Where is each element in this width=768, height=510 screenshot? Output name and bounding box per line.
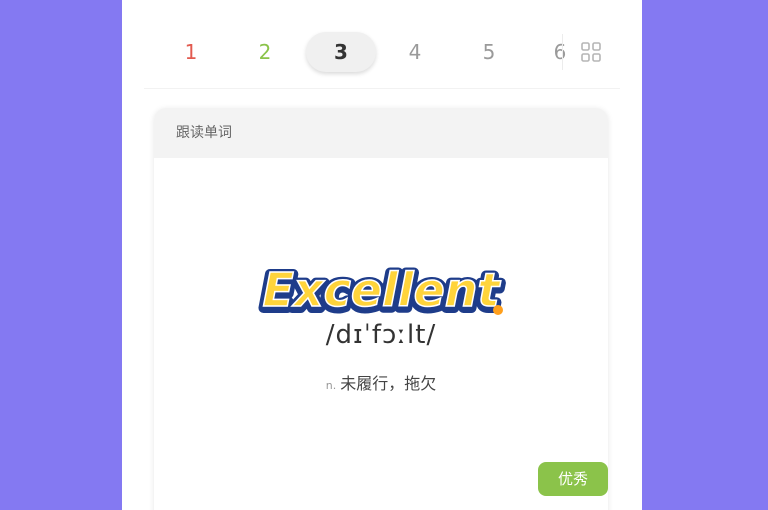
excellent-text: Excellent (262, 263, 501, 317)
grid-icon (580, 42, 601, 62)
card-header: 跟读单词 (154, 108, 608, 158)
score-badge: 优秀 (538, 462, 608, 496)
app-screen: 1 2 3 4 5 6 跟读单词 Excellent Excellent /dɪ… (122, 0, 642, 510)
word-meaning: n. 未履行，拖欠 (154, 370, 608, 394)
tab-1[interactable]: 1 (156, 32, 226, 72)
excellent-sticker: Excellent Excellent (257, 260, 506, 324)
word-card: 跟读单词 Excellent Excellent /dɪˈfɔːlt/ n. 未履… (154, 108, 608, 510)
tab-4[interactable]: 4 (380, 32, 450, 72)
tab-5[interactable]: 5 (454, 32, 524, 72)
tab-3[interactable]: 3 (306, 32, 376, 72)
sparkle-icon (449, 265, 455, 271)
grid-view-button[interactable] (562, 34, 618, 70)
sparkle-icon (493, 305, 503, 315)
meaning-text: 未履行，拖欠 (340, 374, 437, 393)
excellent-result: Excellent Excellent (154, 256, 608, 326)
question-tabs: 1 2 3 4 5 6 (122, 22, 642, 82)
part-of-speech: n. (325, 379, 337, 392)
tab-2[interactable]: 2 (230, 32, 300, 72)
divider (144, 88, 620, 89)
phonetic: /dɪˈfɔːlt/ (325, 320, 437, 350)
